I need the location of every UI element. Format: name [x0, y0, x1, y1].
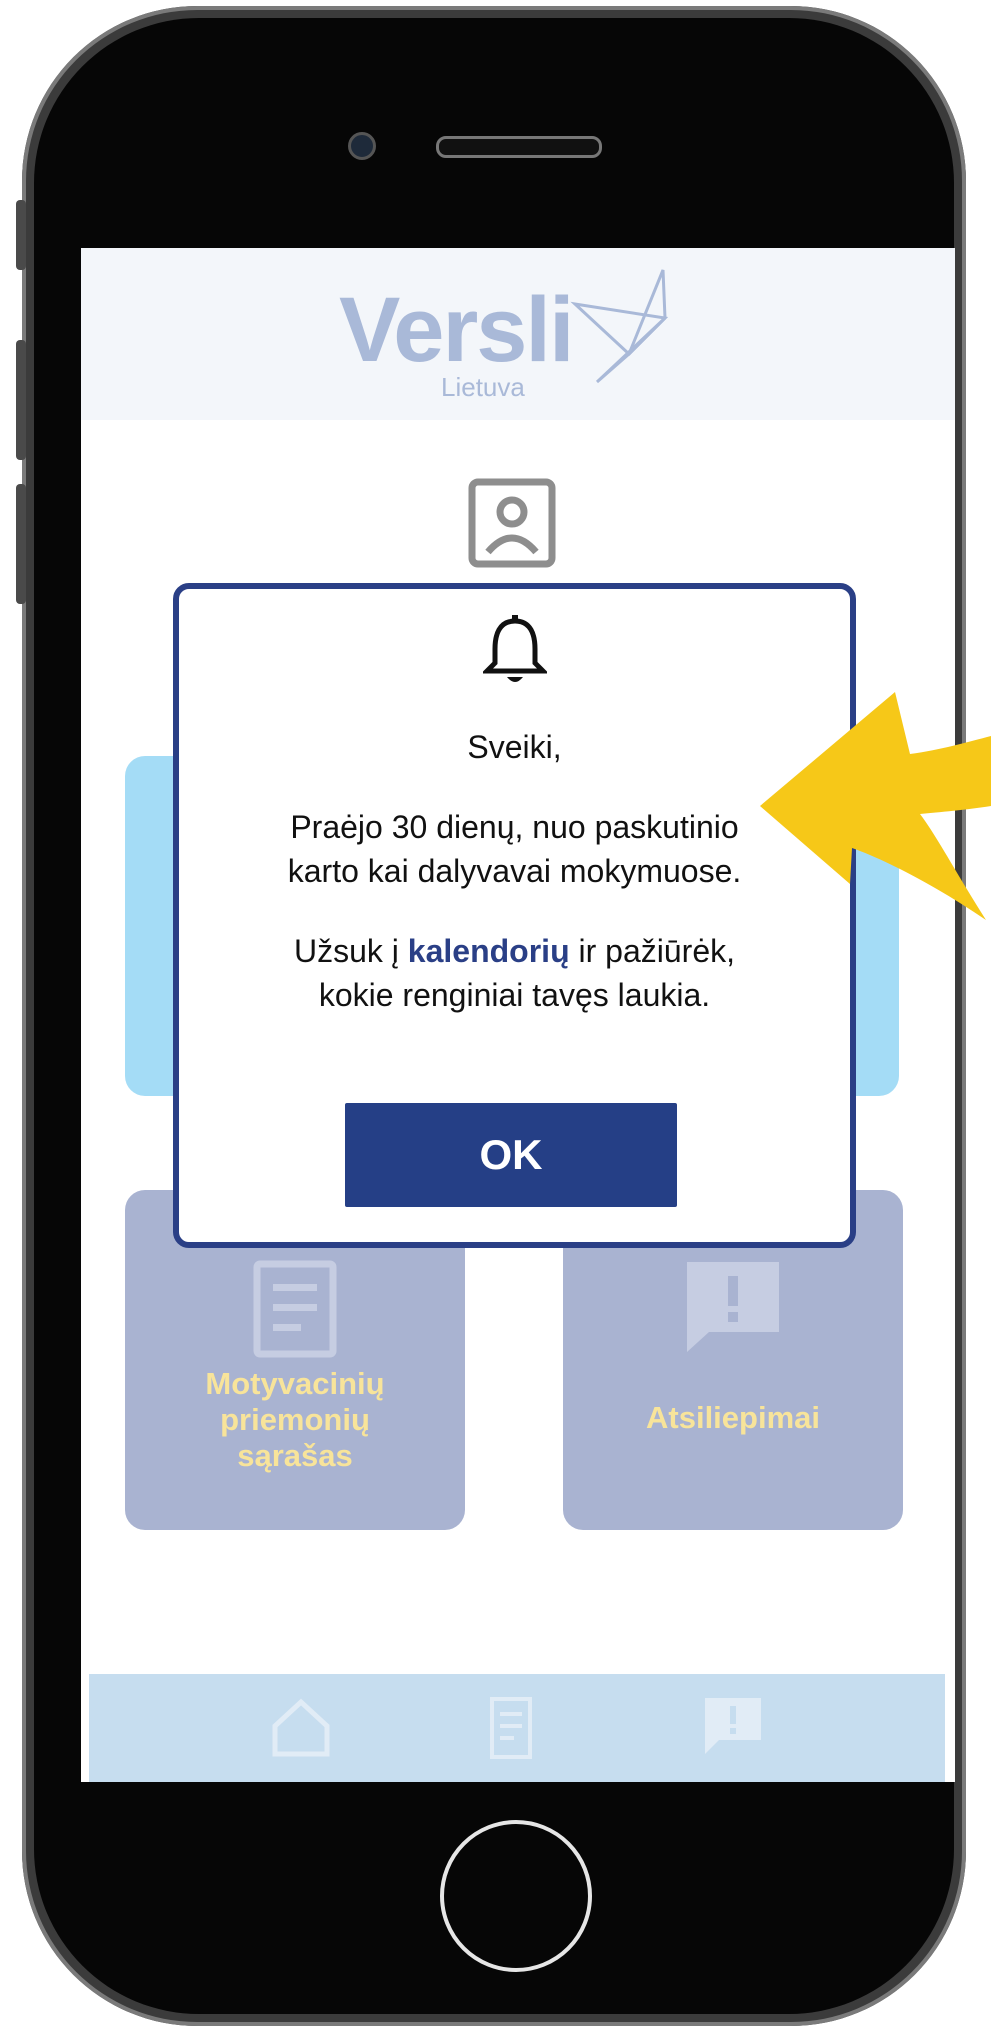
tile-label-line: sąrašas	[237, 1438, 353, 1473]
tile-label: Atsiliepimai	[646, 1400, 820, 1435]
dialog-greeting: Sveiki,	[467, 729, 562, 765]
profile-icon[interactable]	[468, 478, 556, 568]
dialog-text-suffix: ir pažiūrėk,	[569, 933, 736, 969]
speaker-grille	[436, 136, 602, 158]
mute-switch	[16, 200, 26, 270]
dialog-message-line: karto kai dalyvavai mokymuose.	[287, 853, 742, 889]
feedback-icon[interactable]	[703, 1696, 763, 1756]
tile-label-line: priemonių	[220, 1402, 370, 1437]
home-button[interactable]	[440, 1820, 592, 1972]
home-icon[interactable]	[269, 1696, 333, 1760]
phone-mockup: Versli Lietuva Motyvacinių priemonių sąr…	[0, 0, 991, 2030]
bell-icon	[483, 615, 547, 682]
volume-up-button	[16, 340, 26, 460]
app-header: Versli Lietuva	[81, 248, 955, 420]
document-icon	[253, 1260, 337, 1358]
bottom-nav-bar	[89, 1674, 945, 1782]
dialog-message-line: kokie renginiai tavęs laukia.	[318, 977, 711, 1013]
reminder-dialog: Sveiki, Praėjo 30 dienų, nuo paskutinio …	[173, 583, 856, 1248]
brand-subtitle: Lietuva	[441, 372, 525, 402]
ok-button[interactable]: OK	[345, 1103, 677, 1207]
volume-down-button	[16, 484, 26, 604]
dialog-message-line: Užsuk į kalendorių ir pažiūrėk,	[179, 929, 850, 973]
front-camera-icon	[348, 132, 376, 160]
calendar-link[interactable]: kalendorių	[408, 933, 570, 969]
bird-logo-icon	[570, 269, 669, 384]
pointer-arrow-icon	[760, 692, 991, 920]
tile-label-line: Motyvacinių	[205, 1366, 385, 1401]
dialog-message-line: Praėjo 30 dienų, nuo paskutinio	[290, 809, 739, 845]
brand-logo-text: Versli	[339, 279, 575, 381]
feedback-icon	[687, 1262, 779, 1352]
dialog-text-prefix: Užsuk į	[294, 933, 408, 969]
document-icon[interactable]	[489, 1696, 533, 1760]
